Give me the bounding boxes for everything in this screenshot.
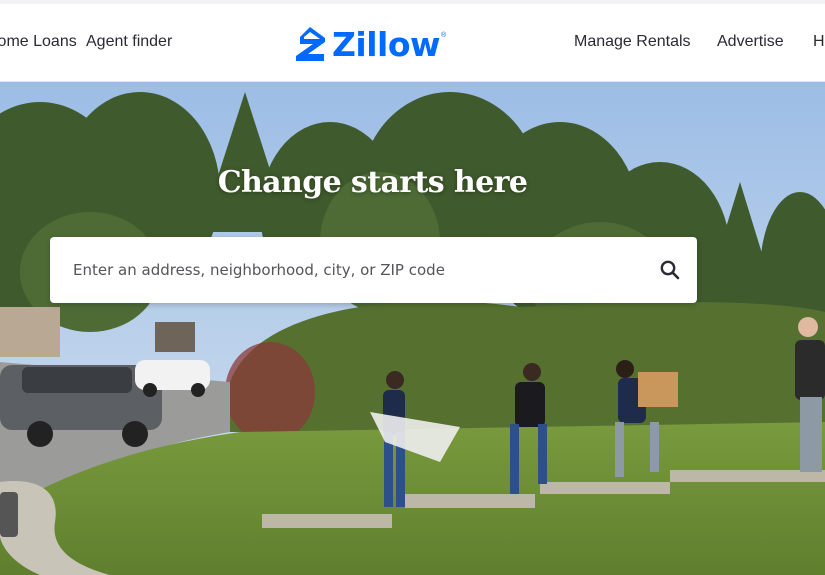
hero-background-photo <box>0 82 825 575</box>
hero-headline: Change starts here <box>217 165 528 200</box>
nav-link-help[interactable]: Help <box>813 33 825 51</box>
logo-wordmark: Zillow <box>332 24 441 64</box>
search-icon <box>660 260 680 280</box>
zillow-logo-icon <box>296 27 325 61</box>
nav-link-home-loans[interactable]: Home Loans <box>0 33 77 51</box>
search-button[interactable] <box>657 257 683 283</box>
hero-banner: Change starts here <box>0 82 825 575</box>
zillow-logo[interactable]: Zillow ® <box>294 24 446 64</box>
nav-link-advertise[interactable]: Advertise <box>717 33 784 51</box>
search-bar <box>50 237 697 303</box>
registered-mark: ® <box>441 32 447 39</box>
nav-link-agent-finder[interactable]: Agent finder <box>86 33 172 51</box>
top-strip <box>0 0 825 4</box>
top-navigation-bar: Home Loans Agent finder Zillow ® Manage … <box>0 0 825 82</box>
nav-link-manage-rentals[interactable]: Manage Rentals <box>574 33 691 51</box>
search-input[interactable] <box>50 237 650 303</box>
